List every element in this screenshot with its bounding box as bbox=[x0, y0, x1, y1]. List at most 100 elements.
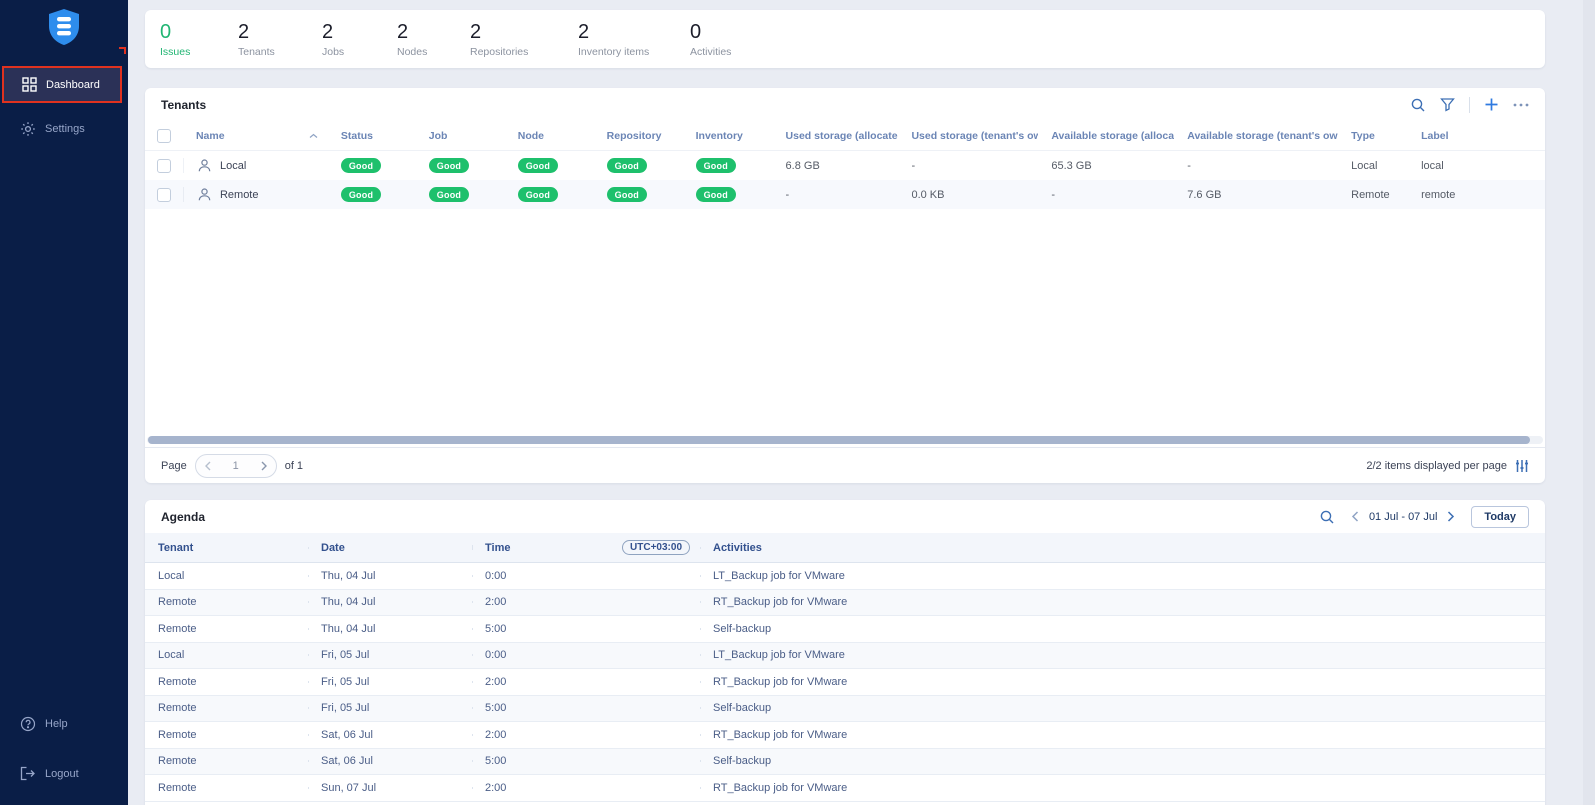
stat-label: Repositories bbox=[470, 46, 578, 58]
tenants-panel: Tenants bbox=[145, 88, 1545, 483]
horizontal-scrollbar-thumb[interactable] bbox=[148, 436, 1530, 444]
sidebar-item-help[interactable]: Help bbox=[0, 706, 128, 742]
tenants-pagination: Page 1 of 1 2/2 items displayed per page bbox=[145, 447, 1545, 483]
sidebar-item-logout[interactable]: Logout bbox=[0, 756, 128, 791]
agenda-activity-cell: RT_Backup job for VMware bbox=[700, 596, 1545, 608]
stat-inventory-items: 2 Inventory items bbox=[578, 21, 690, 58]
agenda-row[interactable]: LocalThu, 04 Jul0:00LT_Backup job for VM… bbox=[145, 563, 1545, 590]
tenant-name[interactable]: Remote bbox=[220, 189, 259, 201]
column-header-used-own[interactable]: Used storage (tenant's own) bbox=[898, 130, 1038, 142]
agenda-row[interactable]: RemoteSat, 06 Jul5:00Self-backup bbox=[145, 749, 1545, 776]
tenant-label: local bbox=[1408, 160, 1545, 172]
agenda-row[interactable]: RemoteSun, 07 Jul2:00RT_Backup job for V… bbox=[145, 775, 1545, 802]
agenda-date-cell: Thu, 04 Jul bbox=[308, 623, 472, 635]
agenda-time-cell: 2:00 bbox=[472, 729, 700, 741]
timezone-badge: UTC+03:00 bbox=[622, 540, 690, 555]
tenants-more-button[interactable] bbox=[1513, 103, 1529, 107]
agenda-tenant-cell: Remote bbox=[145, 676, 308, 688]
previous-week-button[interactable] bbox=[1351, 511, 1359, 522]
stat-value: 0 bbox=[690, 21, 731, 43]
column-header-name[interactable]: Name bbox=[183, 130, 328, 142]
column-header-available-own[interactable]: Available storage (tenant's own) bbox=[1174, 130, 1338, 142]
agenda-date-cell: Thu, 04 Jul bbox=[308, 596, 472, 608]
stat-tenants: 2 Tenants bbox=[238, 21, 322, 58]
column-header-tenant[interactable]: Tenant bbox=[145, 542, 308, 554]
tenants-add-button[interactable] bbox=[1484, 97, 1499, 112]
sidebar-item-dashboard[interactable]: Dashboard bbox=[2, 66, 122, 103]
stat-value: 0 bbox=[160, 21, 238, 43]
column-header-inventory[interactable]: Inventory bbox=[683, 130, 773, 142]
column-header-activities[interactable]: Activities bbox=[700, 542, 1545, 554]
sidebar-item-settings[interactable]: Settings bbox=[0, 111, 128, 147]
main-content: 0 Issues 2 Tenants 2 Jobs 2 Nodes 2 Repo… bbox=[128, 0, 1583, 805]
current-page-value[interactable]: 1 bbox=[233, 460, 239, 472]
sort-ascending-icon bbox=[309, 133, 318, 139]
tenants-search-button[interactable] bbox=[1410, 97, 1426, 113]
tenant-row-local[interactable]: Local Good Good Good Good Good 6.8 GB - … bbox=[145, 151, 1545, 180]
column-header-node[interactable]: Node bbox=[505, 130, 594, 142]
annotation-artifact bbox=[119, 47, 126, 54]
stat-value: 2 bbox=[238, 21, 322, 43]
tenants-filter-button[interactable] bbox=[1440, 97, 1455, 112]
agenda-row[interactable]: RemoteSat, 06 Jul2:00RT_Backup job for V… bbox=[145, 722, 1545, 749]
agenda-date-range: 01 Jul - 07 Jul bbox=[1369, 511, 1437, 523]
agenda-tenant-cell: Remote bbox=[145, 623, 308, 635]
sidebar-item-label: Settings bbox=[45, 123, 85, 135]
stat-label: Nodes bbox=[397, 46, 470, 58]
agenda-table-header: Tenant Date Time UTC+03:00 Activities bbox=[145, 533, 1545, 563]
gear-icon bbox=[20, 121, 36, 137]
agenda-tenant-cell: Remote bbox=[145, 596, 308, 608]
used-storage-own: 0.0 KB bbox=[898, 189, 1038, 201]
tenant-row-remote[interactable]: Remote Good Good Good Good Good - 0.0 KB… bbox=[145, 180, 1545, 209]
column-header-available-allocated[interactable]: Available storage (allocated) bbox=[1038, 130, 1174, 142]
agenda-search-button[interactable] bbox=[1319, 509, 1335, 525]
select-all-checkbox[interactable] bbox=[157, 129, 171, 143]
agenda-row[interactable]: RemoteThu, 04 Jul2:00RT_Backup job for V… bbox=[145, 590, 1545, 617]
today-button[interactable]: Today bbox=[1471, 506, 1529, 528]
vertical-scrollbar-track[interactable] bbox=[1583, 0, 1595, 805]
prev-page-button[interactable] bbox=[204, 461, 212, 471]
agenda-row[interactable]: RemoteThu, 04 Jul5:00Self-backup bbox=[145, 616, 1545, 643]
next-page-button[interactable] bbox=[260, 461, 268, 471]
agenda-panel-title: Agenda bbox=[161, 510, 205, 524]
available-storage-allocated: - bbox=[1038, 189, 1174, 201]
column-header-repository[interactable]: Repository bbox=[594, 130, 683, 142]
column-header-date[interactable]: Date bbox=[308, 542, 472, 554]
tenant-user-icon bbox=[197, 187, 212, 202]
node-badge: Good bbox=[518, 187, 558, 202]
stat-label: Jobs bbox=[322, 46, 397, 58]
tenant-label: remote bbox=[1408, 189, 1545, 201]
agenda-activity-cell: LT_Backup job for VMware bbox=[700, 570, 1545, 582]
column-settings-button[interactable] bbox=[1515, 459, 1529, 473]
tenant-type: Local bbox=[1338, 160, 1408, 172]
node-badge: Good bbox=[518, 158, 558, 173]
app-logo bbox=[0, 0, 128, 46]
agenda-date-cell: Fri, 05 Jul bbox=[308, 649, 472, 661]
row-checkbox[interactable] bbox=[157, 159, 171, 173]
agenda-tenant-cell: Remote bbox=[145, 729, 308, 741]
tenant-name[interactable]: Local bbox=[220, 160, 246, 172]
agenda-date-cell: Fri, 05 Jul bbox=[308, 676, 472, 688]
column-header-type[interactable]: Type bbox=[1338, 130, 1408, 142]
sidebar-item-label: Dashboard bbox=[46, 79, 100, 91]
available-storage-own: - bbox=[1174, 160, 1338, 172]
horizontal-scrollbar-track[interactable] bbox=[147, 436, 1543, 444]
column-header-label[interactable]: Label bbox=[1408, 130, 1545, 142]
column-header-used-allocated[interactable]: Used storage (allocated) bbox=[773, 130, 899, 142]
column-header-status[interactable]: Status bbox=[328, 130, 416, 142]
stat-issues: 0 Issues bbox=[160, 21, 238, 58]
next-week-button[interactable] bbox=[1447, 511, 1455, 522]
agenda-row[interactable]: RemoteFri, 05 Jul2:00RT_Backup job for V… bbox=[145, 669, 1545, 696]
agenda-time-cell: 5:00 bbox=[472, 623, 700, 635]
row-checkbox[interactable] bbox=[157, 188, 171, 202]
agenda-row[interactable]: RemoteFri, 05 Jul5:00Self-backup bbox=[145, 696, 1545, 723]
sidebar-item-label: Logout bbox=[45, 768, 79, 780]
agenda-tenant-cell: Remote bbox=[145, 755, 308, 767]
page-count-label: of 1 bbox=[285, 460, 303, 472]
column-header-job[interactable]: Job bbox=[416, 130, 505, 142]
agenda-row[interactable]: LocalFri, 05 Jul0:00LT_Backup job for VM… bbox=[145, 643, 1545, 670]
items-per-page-summary: 2/2 items displayed per page bbox=[1366, 460, 1507, 472]
column-header-time[interactable]: Time UTC+03:00 bbox=[472, 540, 700, 555]
agenda-tenant-cell: Remote bbox=[145, 702, 308, 714]
stat-label: Inventory items bbox=[578, 46, 690, 58]
